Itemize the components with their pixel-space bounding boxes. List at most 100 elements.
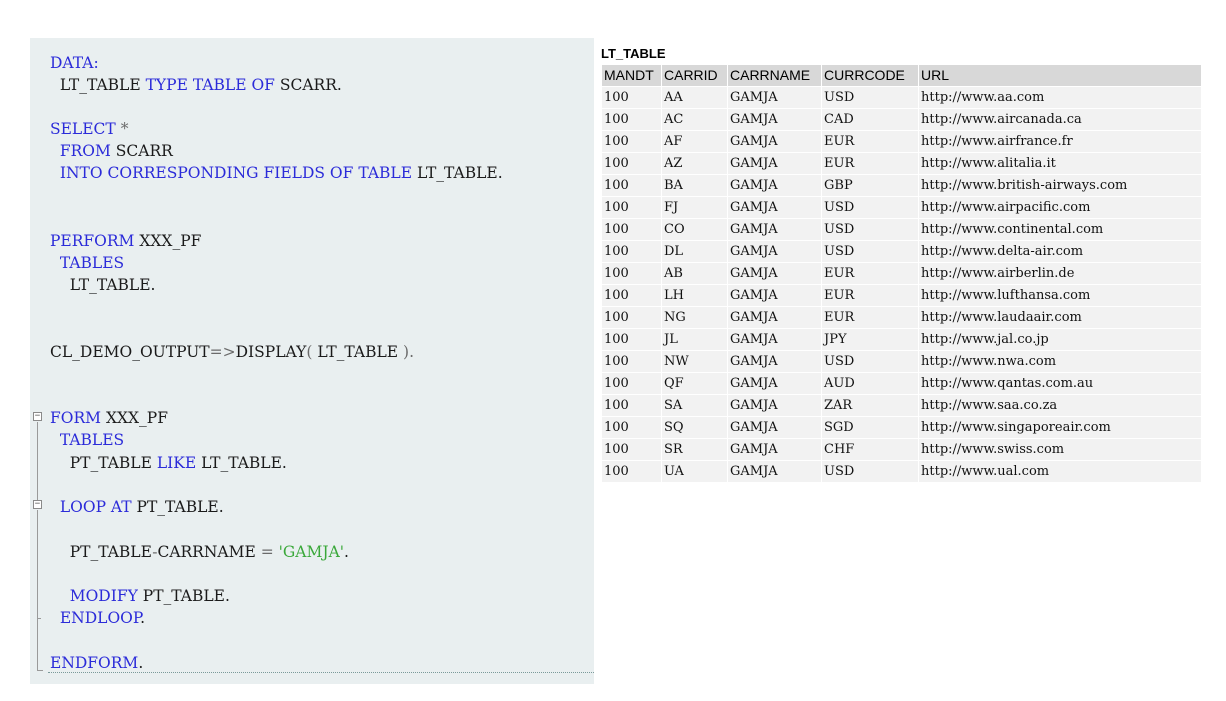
- code-token: XXX_PF: [134, 232, 202, 250]
- fold-guide-line: [37, 490, 38, 500]
- fold-guide-line: [37, 510, 38, 668]
- table-cell: http://www.swiss.com: [919, 439, 1201, 460]
- table-cell: QF: [662, 373, 727, 394]
- code-token: SCARR.: [274, 76, 342, 94]
- table-cell: GAMJA: [728, 417, 821, 438]
- table-cell: CO: [662, 219, 727, 240]
- table-cell: 100: [602, 351, 661, 372]
- code-keyword: TABLES: [59, 431, 125, 449]
- table-cell: EUR: [822, 131, 918, 152]
- code-operator: =: [260, 543, 274, 561]
- table-cell: USD: [822, 241, 918, 262]
- code-line: TABLES: [50, 429, 124, 451]
- table-cell: SA: [662, 395, 727, 416]
- code-line: SELECT *: [50, 118, 128, 140]
- code-token: PT_TABLE: [50, 454, 157, 472]
- code-token: PT_TABLE: [50, 543, 153, 561]
- code-token: .: [344, 543, 349, 561]
- table-cell: 100: [602, 373, 661, 394]
- column-header: MANDT: [602, 65, 661, 86]
- table-cell: EUR: [822, 307, 918, 328]
- table-cell: BA: [662, 175, 727, 196]
- table-row: 100 AF GAMJA EUR http://www.airfrance.fr: [602, 131, 1201, 152]
- table-cell: SQ: [662, 417, 727, 438]
- table-row: 100 AB GAMJA EUR http://www.airberlin.de: [602, 263, 1201, 284]
- table-cell: 100: [602, 241, 661, 262]
- table-cell: http://www.aa.com: [919, 87, 1201, 108]
- code-line: LT_TABLE.: [50, 274, 156, 296]
- table-cell: 100: [602, 197, 661, 218]
- table-cell: GAMJA: [728, 329, 821, 350]
- table-cell: GAMJA: [728, 373, 821, 394]
- table-row: 100 JL GAMJA JPY http://www.jal.co.jp: [602, 329, 1201, 350]
- table-cell: http://www.ual.com: [919, 461, 1201, 482]
- code-keyword: TABLES: [59, 254, 125, 272]
- table-cell: 100: [602, 439, 661, 460]
- table-cell: 100: [602, 461, 661, 482]
- table-cell: GAMJA: [728, 219, 821, 240]
- table-cell: GAMJA: [728, 153, 821, 174]
- table-row: 100 BA GAMJA GBP http://www.british-airways.…: [602, 175, 1201, 196]
- code-operator: =>: [209, 343, 236, 361]
- table-cell: GAMJA: [728, 87, 821, 108]
- code-operator: ).: [403, 343, 415, 361]
- fold-guide-line: [37, 422, 38, 490]
- table-cell: http://www.airfrance.fr: [919, 131, 1201, 152]
- code-token: LT_TABLE.: [412, 164, 503, 182]
- code-keyword: ENDFORM: [50, 654, 139, 672]
- code-line: MODIFY PT_TABLE.: [50, 585, 230, 607]
- table-row: 100 FJ GAMJA USD http://www.airpacific.com: [602, 197, 1201, 218]
- table-cell: 100: [602, 87, 661, 108]
- table-cell: NG: [662, 307, 727, 328]
- table-cell: JL: [662, 329, 727, 350]
- code-line: FORM XXX_PF: [50, 407, 168, 429]
- table-cell: GAMJA: [728, 131, 821, 152]
- table-cell: ZAR: [822, 395, 918, 416]
- code-token: LT_TABLE: [317, 343, 404, 361]
- column-header: CARRID: [662, 65, 727, 86]
- table-cell: http://www.airpacific.com: [919, 197, 1201, 218]
- code-token: XXX_PF: [101, 409, 168, 427]
- code-keyword: LOOP AT: [59, 498, 132, 516]
- table-cell: USD: [822, 219, 918, 240]
- code-keyword: FORM: [50, 409, 102, 427]
- table-row: 100 AZ GAMJA EUR http://www.alitalia.it: [602, 153, 1201, 174]
- fold-collapse-icon[interactable]: −: [33, 500, 42, 509]
- code-line: PERFORM XXX_PF: [50, 230, 201, 252]
- code-line: CL_DEMO_OUTPUT=>DISPLAY( LT_TABLE ).: [50, 341, 414, 363]
- table-cell: FJ: [662, 197, 727, 218]
- output-title: LT_TABLE: [601, 46, 666, 61]
- code-token: SCARR: [110, 142, 173, 160]
- table-cell: 100: [602, 131, 661, 152]
- table-cell: http://www.continental.com: [919, 219, 1201, 240]
- table-cell: 100: [602, 285, 661, 306]
- code-line: LT_TABLE TYPE TABLE OF SCARR.: [50, 74, 342, 96]
- code-keyword: INTO CORRESPONDING FIELDS OF TABLE: [59, 164, 413, 182]
- table-cell: GAMJA: [728, 285, 821, 306]
- table-cell: DL: [662, 241, 727, 262]
- table-cell: http://www.aircanada.ca: [919, 109, 1201, 130]
- code-token: CL_DEMO_OUTPUT: [50, 343, 210, 361]
- code-operator: *: [120, 120, 129, 138]
- table-row: 100 DL GAMJA USD http://www.delta-air.com: [602, 241, 1201, 262]
- table-cell: CHF: [822, 439, 918, 460]
- table-cell: EUR: [822, 153, 918, 174]
- table-cell: 100: [602, 219, 661, 240]
- fold-end-marker: [37, 618, 41, 619]
- table-cell: 100: [602, 417, 661, 438]
- code-token: .: [140, 609, 146, 627]
- fold-collapse-icon[interactable]: −: [33, 412, 42, 421]
- table-cell: http://www.delta-air.com: [919, 241, 1201, 262]
- table-cell: http://www.nwa.com: [919, 351, 1201, 372]
- table-cell: GAMJA: [728, 439, 821, 460]
- code-line: ENDLOOP.: [50, 607, 145, 629]
- code-line: PT_TABLE-CARRNAME = 'GAMJA'.: [50, 541, 349, 563]
- table-cell: AC: [662, 109, 727, 130]
- code-editor[interactable]: − − DATA: LT_TABLE TYPE TABLE OF SCARR. S…: [30, 38, 594, 684]
